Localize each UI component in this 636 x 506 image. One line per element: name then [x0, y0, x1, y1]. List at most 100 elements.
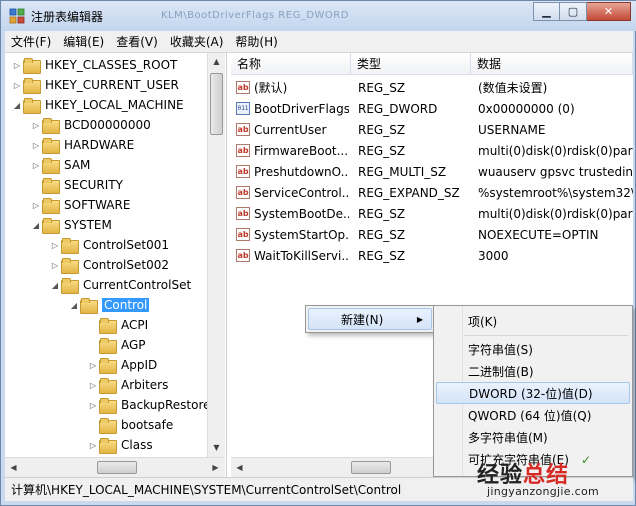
menu-favorites[interactable]: 收藏夹(A) — [170, 33, 224, 50]
tree-node[interactable]: bootsafe — [87, 415, 173, 435]
tree-node[interactable]: SECURITY — [30, 175, 123, 195]
tree-hscroll-thumb[interactable] — [97, 461, 137, 474]
scroll-down-icon[interactable]: ▼ — [208, 439, 225, 456]
column-header-name[interactable]: 名称 — [231, 53, 351, 75]
expand-arrow-icon[interactable]: ▷ — [87, 401, 99, 410]
tree-node[interactable]: ▷ HKEY_CURRENT_USER — [11, 75, 179, 95]
submenu-item[interactable]: 多字符串值(M) — [436, 426, 630, 448]
value-type: REG_SZ — [358, 80, 406, 95]
submenu-item[interactable]: 字符串值(S) — [436, 338, 630, 360]
value-name: WaitToKillServi... — [254, 248, 349, 263]
context-menu-new[interactable]: 新建(N) ▶ — [308, 308, 432, 330]
tree-node[interactable]: ▷ SOFTWARE — [30, 195, 130, 215]
tree-horizontal-scrollbar[interactable]: ◀ ▶ — [5, 457, 225, 477]
tree-scroll-thumb[interactable] — [210, 73, 223, 135]
submenu-item-label: DWORD (32-位)值(D) — [469, 386, 593, 401]
tree-node-label: SYSTEM — [64, 218, 112, 232]
folder-icon — [99, 378, 117, 394]
expand-arrow-icon[interactable]: ▷ — [87, 441, 99, 450]
expand-arrow-icon[interactable]: ▷ — [11, 81, 23, 90]
close-button[interactable]: ✕ — [587, 2, 631, 21]
tree-node[interactable]: ▷ AppID — [87, 355, 157, 375]
tree-node[interactable]: AGP — [87, 335, 146, 355]
menu-view[interactable]: 查看(V) — [116, 33, 158, 50]
tree-node-label: Arbiters — [121, 378, 169, 392]
tree-node-label: CurrentControlSet — [83, 278, 192, 292]
folder-icon — [42, 218, 60, 234]
expand-arrow-icon[interactable]: ▷ — [30, 141, 42, 150]
value-type: REG_DWORD — [358, 101, 438, 116]
tree-node-label: Control — [102, 298, 150, 312]
tree-node[interactable]: ▷ Class — [87, 435, 153, 455]
value-row[interactable]: ab SystemBootDe... REG_SZ multi(0)disk(0)rd… — [231, 203, 633, 224]
submenu-item[interactable]: 项(K) — [436, 310, 630, 332]
tree-node[interactable]: ◢ CurrentControlSet — [49, 275, 191, 295]
tree-node[interactable]: ◢ Control — [68, 295, 150, 315]
maximize-icon: ▢ — [567, 5, 579, 18]
tree-node[interactable]: ▷ SAM — [30, 155, 90, 175]
value-type: REG_SZ — [358, 248, 406, 263]
tree-node[interactable]: ▷ BCD00000000 — [30, 115, 151, 135]
folder-icon — [99, 398, 117, 414]
tree-node[interactable]: ▷ ControlSet002 — [49, 255, 169, 275]
minimize-button[interactable]: ▁ — [533, 2, 560, 21]
expand-arrow-icon[interactable]: ▷ — [30, 201, 42, 210]
expand-arrow-icon[interactable]: ◢ — [68, 301, 80, 310]
expand-arrow-icon[interactable]: ▷ — [30, 121, 42, 130]
submenu-item-label: 二进制值(B) — [468, 364, 534, 379]
value-name: FirmwareBoot... — [254, 143, 349, 158]
scroll-left-icon[interactable]: ◀ — [5, 459, 22, 476]
tree-node[interactable]: ◢ HKEY_LOCAL_MACHINE — [11, 95, 184, 115]
watermark-url: jingyanzongjie.com — [487, 485, 600, 498]
value-name: ServiceControl... — [254, 185, 349, 200]
scroll-up-icon[interactable]: ▲ — [208, 53, 225, 70]
value-name: PreshutdownO... — [254, 164, 349, 179]
value-row[interactable]: ab (默认) REG_SZ (数值未设置) — [231, 77, 633, 98]
value-row[interactable]: ab SystemStartOp... REG_SZ NOEXECUTE=OPTIN — [231, 224, 633, 245]
value-type: REG_SZ — [358, 143, 406, 158]
expand-arrow-icon[interactable]: ▷ — [30, 161, 42, 170]
value-row[interactable]: ab CurrentUser REG_SZ USERNAME — [231, 119, 633, 140]
submenu-item[interactable]: DWORD (32-位)值(D) — [436, 382, 630, 404]
values-hscroll-thumb[interactable] — [351, 461, 391, 474]
tree-node[interactable]: ACPI — [87, 315, 148, 335]
value-data: (数值未设置) — [478, 81, 548, 95]
menu-help[interactable]: 帮助(H) — [235, 33, 277, 50]
tree-node[interactable]: ▷ Arbiters — [87, 375, 168, 395]
value-row[interactable]: ab ServiceControl... REG_EXPAND_SZ %systemr… — [231, 182, 633, 203]
tree-node[interactable]: ▷ HKEY_CLASSES_ROOT — [11, 55, 177, 75]
maximize-button[interactable]: ▢ — [560, 2, 587, 21]
tree-node[interactable]: ▷ ControlSet001 — [49, 235, 169, 255]
expand-arrow-icon[interactable]: ◢ — [11, 101, 23, 110]
expand-arrow-icon[interactable]: ◢ — [30, 221, 42, 230]
value-row[interactable]: ab FirmwareBoot... REG_SZ multi(0)disk(0)rd… — [231, 140, 633, 161]
submenu-item[interactable]: QWORD (64 位)值(Q) — [436, 404, 630, 426]
column-header-data[interactable]: 数据 — [471, 53, 633, 75]
menu-file[interactable]: 文件(F) — [11, 33, 51, 50]
expand-arrow-icon[interactable]: ▷ — [11, 61, 23, 70]
value-data: wuauserv gpsvc trustedins — [478, 164, 633, 179]
context-new-label: 新建(N) — [341, 312, 384, 327]
values-scroll-left-icon[interactable]: ◀ — [231, 459, 248, 476]
scroll-right-icon[interactable]: ▶ — [207, 459, 224, 476]
tree-node[interactable]: ▷ BackupRestore — [87, 395, 211, 415]
tree-node[interactable]: ◢ SYSTEM — [30, 215, 112, 235]
submenu-item[interactable]: 二进制值(B) — [436, 360, 630, 382]
expand-arrow-icon[interactable]: ▷ — [87, 361, 99, 370]
expand-arrow-icon[interactable]: ◢ — [49, 281, 61, 290]
tree-vertical-scrollbar[interactable]: ▲ ▼ — [207, 53, 225, 457]
value-data: NOEXECUTE=OPTIN — [478, 227, 599, 242]
column-header-type[interactable]: 类型 — [351, 53, 471, 75]
expand-arrow-icon[interactable]: ▷ — [49, 241, 61, 250]
string-value-icon: ab — [236, 186, 250, 199]
expand-arrow-icon[interactable]: ▷ — [49, 261, 61, 270]
value-row[interactable]: 011 BootDriverFlags REG_DWORD 0x00000000 (0… — [231, 98, 633, 119]
value-type: REG_SZ — [358, 206, 406, 221]
menu-edit[interactable]: 编辑(E) — [63, 33, 104, 50]
value-row[interactable]: ab WaitToKillServi... REG_SZ 3000 — [231, 245, 633, 266]
value-row[interactable]: ab PreshutdownO... REG_MULTI_SZ wuauserv gp… — [231, 161, 633, 182]
value-name: BootDriverFlags — [254, 101, 349, 116]
tree-node[interactable]: ▷ HARDWARE — [30, 135, 134, 155]
tree-node-label: AGP — [121, 338, 146, 352]
expand-arrow-icon[interactable]: ▷ — [87, 381, 99, 390]
